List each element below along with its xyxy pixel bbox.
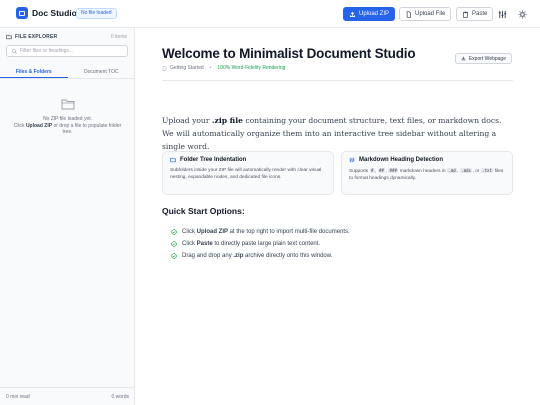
page-meta: Getting Started • 100% Word-Fidelity Ren… [162,65,285,71]
card-body-mid2: , or [472,169,481,174]
status-badge: No file loaded [76,8,117,19]
empty-line-1: No ZIP file loaded yet. [42,116,93,122]
card-title: Folder Tree Indentation [180,157,247,163]
card-body: Supports #, ##, ### markdown headers in … [349,168,504,181]
theme-icon [517,9,527,19]
document-icon [162,65,167,71]
code-h2: ## [377,168,386,173]
qs-bold: Paste [196,241,213,247]
code-h1: # [369,168,375,173]
hash-icon [349,157,355,163]
check-icon [171,229,177,235]
breadcrumb: Getting Started [170,65,204,71]
read-time: 0 min read [6,393,30,400]
upload-zip-button[interactable]: Upload ZIP [343,7,396,21]
card-body-mid: markdown headers in [398,169,447,174]
card-title: Markdown Heading Detection [359,157,444,163]
quick-start-list: Click Upload ZIP at the top right to imp… [171,226,350,262]
sidebar-title-label: FILE EXPLORER [15,34,58,40]
empty-state: No ZIP file loaded yet. Click Upload ZIP… [0,98,135,136]
file-icon [406,10,411,18]
empty-state-text: No ZIP file loaded yet. Click Upload ZIP… [13,116,123,136]
feature-card-folder-tree: Folder Tree Indentation Subfolders insid… [162,151,334,195]
code-h3: ### [388,168,399,173]
search-input[interactable] [20,48,120,54]
export-label: Export Webpage [468,55,506,62]
search-box[interactable] [6,45,128,57]
upload-zip-label: Upload ZIP [359,11,390,17]
empty-upload-zip: Upload ZIP [25,122,53,129]
separator-dot: • [209,65,212,71]
sidebar-footer: 0 min read 0 words [0,387,135,405]
qs-post: to directly paste large plain text conte… [212,241,321,247]
qs-pre: Click [182,241,197,247]
empty-rest: or drop a file to populate folder tree. [52,122,122,136]
quick-start-title: Quick Start Options: [162,206,245,216]
top-bar: Doc Studio No file loaded Upload ZIP Upl… [0,0,540,28]
intro-bold: .zip file [211,116,243,125]
page-title: Welcome to Minimalist Document Studio [162,46,416,61]
upload-file-label: Upload File [415,11,446,17]
qs-post: archive directly onto this window. [243,253,333,259]
paste-icon [463,11,468,18]
qs-pre: Drag and drop any [182,253,234,259]
code-txt: .txt [480,168,494,173]
feature-card-markdown: Markdown Heading Detection Supports #, #… [341,151,513,195]
search-icon [12,48,17,54]
word-count: 0 words [111,393,129,400]
theme-toggle-button[interactable] [515,7,529,21]
fidelity-label: 100% Word-Fidelity Rendering [217,65,286,71]
tab-files-folders[interactable]: Files & Folders [0,66,68,78]
paste-button[interactable]: Paste [456,7,494,21]
list-item: Click Paste to directly paste large plai… [171,238,350,250]
app-name: Doc Studio [32,8,77,18]
intro-pre: Upload your [162,116,212,125]
list-item: Drag and drop any .zip archive directly … [171,250,350,262]
export-icon [461,56,466,61]
intro-paragraph: Upload your .zip file containing your do… [162,114,514,153]
list-item: Click Upload ZIP at the top right to imp… [171,226,350,238]
card-body-pre: Supports [349,169,370,174]
logo-icon [16,7,28,19]
upload-icon [349,11,356,17]
folder-icon [170,157,176,163]
empty-click: Click [13,122,26,129]
settings-button[interactable] [495,7,509,21]
code-mdx: .mdx [459,168,473,173]
sidebar-title: FILE EXPLORER [6,34,57,40]
empty-folder-icon [61,99,74,110]
folder-icon [6,34,12,40]
main-content: Welcome to Minimalist Document Studio Ge… [135,28,540,405]
paste-label: Paste [472,11,488,17]
check-icon [171,253,177,259]
sidebar-tabs: Files & Folders Document TOC [0,66,135,79]
qs-pre: Click [182,229,197,235]
qs-post: at the top right to import multi-file do… [228,229,350,235]
item-count: 0 items [110,34,127,40]
tab-document-toc[interactable]: Document TOC [68,66,136,78]
qs-bold: .zip [233,253,244,259]
qs-bold: Upload ZIP [196,229,229,235]
export-webpage-button[interactable]: Export Webpage [454,53,512,64]
settings-icon [498,10,506,18]
divider [162,80,513,81]
sidebar: FILE EXPLORER 0 items Files & Folders Do… [0,28,135,405]
upload-file-button[interactable]: Upload File [399,7,452,21]
card-body: Subfolders inside your ZIP file will aut… [170,168,322,180]
code-md: .md [446,168,458,173]
check-icon [171,241,177,247]
